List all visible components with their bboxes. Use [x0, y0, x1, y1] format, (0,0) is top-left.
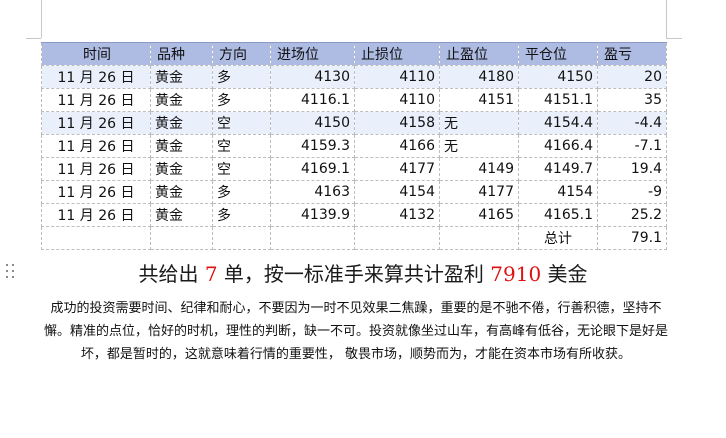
table-cell[interactable]: 黄金	[150, 65, 213, 89]
table-cell[interactable]: 4149	[439, 157, 519, 181]
table-row: 11 月 26 日 黄金 空 4169.1 4177 4149 4149.7 1…	[41, 157, 667, 181]
page-margin-guide-right	[666, 0, 667, 38]
table-cell[interactable]: 多	[212, 203, 271, 227]
table-cell[interactable]: 4154	[518, 180, 598, 204]
table-cell[interactable]: 11 月 26 日	[41, 88, 151, 112]
table-cell[interactable]: 4149.7	[518, 157, 598, 181]
commentary-paragraph: 成功的投资需要时间、纪律和耐心，不要因为一时不见效果二焦躁，重要的是不驰不倦，行…	[44, 301, 669, 362]
table-cell[interactable]: 4180	[439, 65, 519, 89]
table-cell[interactable]: 黄金	[150, 88, 213, 112]
table-cell[interactable]: 多	[212, 88, 271, 112]
table-row: 11 月 26 日 黄金 空 4150 4158 无 4154.4 -4.4	[41, 111, 667, 135]
column-header[interactable]: 方向	[212, 42, 271, 66]
total-label[interactable]: 总计	[518, 226, 598, 250]
table-cell[interactable]: 4165	[439, 203, 519, 227]
table-cell[interactable]: 无	[439, 134, 519, 158]
page-margin-guide-left	[41, 0, 42, 38]
table-cell[interactable]: 19.4	[597, 157, 667, 181]
table-cell[interactable]: 4139.9	[270, 203, 355, 227]
table-cell-empty[interactable]	[354, 226, 440, 250]
table-cell[interactable]: 4116.1	[270, 88, 355, 112]
table-cell[interactable]: 11 月 26 日	[41, 134, 151, 158]
table-cell[interactable]: 黄金	[150, 180, 213, 204]
table-cell[interactable]: 4130	[270, 65, 355, 89]
table-cell[interactable]: 4154	[354, 180, 440, 204]
total-value[interactable]: 79.1	[597, 226, 667, 250]
table-cell[interactable]: 多	[212, 180, 271, 204]
table-cell[interactable]: 4150	[518, 65, 598, 89]
table-cell[interactable]: 4169.1	[270, 157, 355, 181]
table-cell[interactable]: 空	[212, 111, 271, 135]
profit-summary-line: 共给出 7 单，按一标准手来算共计盈利 7910 美金	[0, 258, 726, 287]
table-cell[interactable]: 无	[439, 111, 519, 135]
table-cell[interactable]: 4110	[354, 88, 440, 112]
table-row: 11 月 26 日 黄金 多 4139.9 4132 4165 4165.1 2…	[41, 203, 667, 227]
table-cell[interactable]: 黄金	[150, 157, 213, 181]
table-cell[interactable]: 11 月 26 日	[41, 111, 151, 135]
summary-text: 单，按一标准手来算共计盈利	[217, 262, 491, 286]
page-margin-guide-top-left	[26, 38, 41, 39]
table-cell[interactable]: 4158	[354, 111, 440, 135]
table-cell[interactable]: 4166.4	[518, 134, 598, 158]
table-cell[interactable]: 25.2	[597, 203, 667, 227]
table-cell[interactable]: 4132	[354, 203, 440, 227]
table-cell[interactable]: 空	[212, 134, 271, 158]
table-total-row: 总计 79.1	[41, 226, 667, 250]
table-cell[interactable]: 黄金	[150, 203, 213, 227]
table-cell[interactable]: 黄金	[150, 134, 213, 158]
table-cell[interactable]: 4151	[439, 88, 519, 112]
table-cell[interactable]: 4177	[439, 180, 519, 204]
table-cell[interactable]: 4154.4	[518, 111, 598, 135]
table-header-row: 时间 品种 方向 进场位 止损位 止盈位 平仓位 盈亏	[41, 42, 667, 66]
column-header[interactable]: 平仓位	[518, 42, 598, 66]
table-cell[interactable]: 黄金	[150, 111, 213, 135]
table-cell[interactable]: 多	[212, 65, 271, 89]
table-cell[interactable]: 4177	[354, 157, 440, 181]
column-header[interactable]: 止损位	[354, 42, 440, 66]
summary-order-count: 7	[204, 262, 218, 286]
table-cell[interactable]: 4163	[270, 180, 355, 204]
table-row: 11 月 26 日 黄金 空 4159.3 4166 无 4166.4 -7.1	[41, 134, 667, 158]
table-cell[interactable]: -7.1	[597, 134, 667, 158]
table-cell[interactable]: 11 月 26 日	[41, 65, 151, 89]
table-row: 11 月 26 日 黄金 多 4163 4154 4177 4154 -9	[41, 180, 667, 204]
trade-record-table: 时间 品种 方向 进场位 止损位 止盈位 平仓位 盈亏 11 月 26 日 黄金…	[41, 42, 667, 250]
summary-profit-amount: 7910	[490, 262, 542, 286]
table-cell[interactable]: 4165.1	[518, 203, 598, 227]
table-cell[interactable]: 空	[212, 157, 271, 181]
table-cell[interactable]: 11 月 26 日	[41, 157, 151, 181]
summary-text: 美金	[541, 262, 588, 286]
table-cell[interactable]: 35	[597, 88, 667, 112]
table-cell-empty[interactable]	[150, 226, 213, 250]
column-header[interactable]: 盈亏	[597, 42, 667, 66]
table-cell-empty[interactable]	[212, 226, 271, 250]
table-cell[interactable]: 4166	[354, 134, 440, 158]
table-row: 11 月 26 日 黄金 多 4130 4110 4180 4150 20	[41, 65, 667, 89]
table-cell[interactable]: 20	[597, 65, 667, 89]
table-cell-empty[interactable]	[41, 226, 151, 250]
page-margin-guide-top-right	[666, 38, 682, 39]
summary-text: 共给出	[138, 262, 205, 286]
table-cell[interactable]: 4150	[270, 111, 355, 135]
table-cell[interactable]: 4151.1	[518, 88, 598, 112]
column-header[interactable]: 进场位	[270, 42, 355, 66]
column-header[interactable]: 品种	[150, 42, 213, 66]
table-cell-empty[interactable]	[439, 226, 519, 250]
table-cell[interactable]: -4.4	[597, 111, 667, 135]
table-row: 11 月 26 日 黄金 多 4116.1 4110 4151 4151.1 3…	[41, 88, 667, 112]
table-cell[interactable]: 11 月 26 日	[41, 180, 151, 204]
table-cell[interactable]: 4110	[354, 65, 440, 89]
column-header[interactable]: 止盈位	[439, 42, 519, 66]
table-cell-empty[interactable]	[270, 226, 355, 250]
table-cell[interactable]: 11 月 26 日	[41, 203, 151, 227]
table-cell[interactable]: -9	[597, 180, 667, 204]
table-cell[interactable]: 4159.3	[270, 134, 355, 158]
column-header[interactable]: 时间	[41, 42, 151, 66]
